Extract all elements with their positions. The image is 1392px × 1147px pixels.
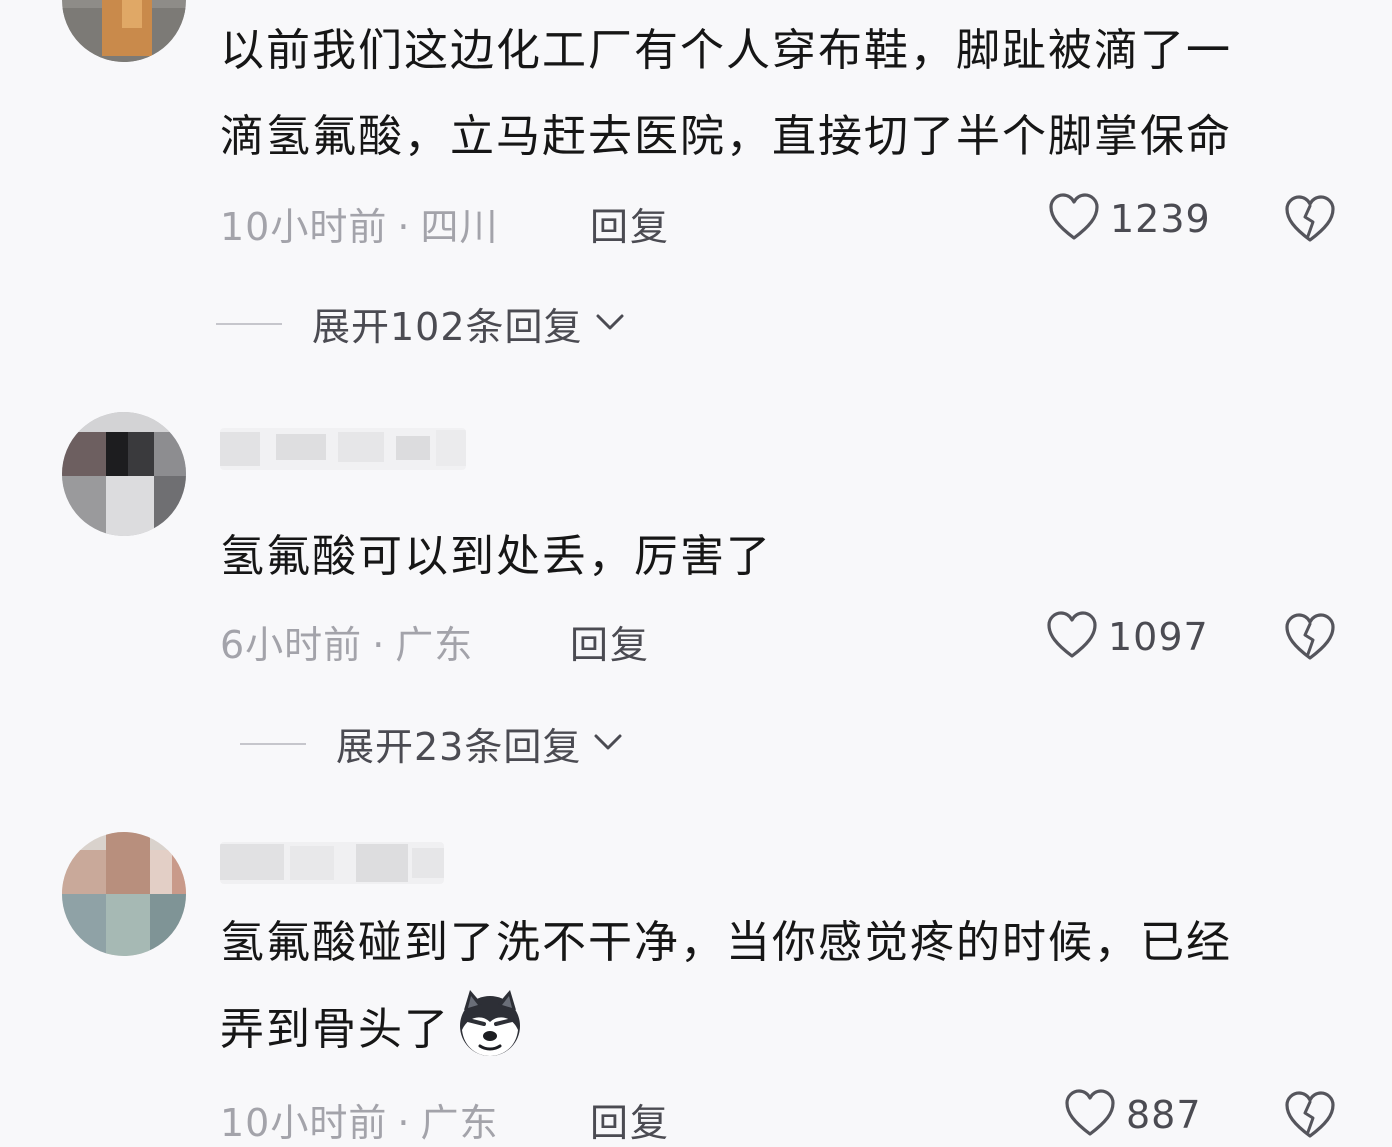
like-button[interactable]: 1097	[1046, 610, 1209, 664]
heart-outline-icon	[1064, 1088, 1116, 1142]
avatar[interactable]	[62, 412, 186, 536]
comment-meta: 10小时前 · 四川	[220, 196, 498, 251]
like-button[interactable]: 1239	[1048, 192, 1211, 246]
comment-line: 弄到骨头了	[220, 986, 1340, 1073]
like-count: 1239	[1110, 197, 1211, 241]
divider	[216, 322, 282, 325]
chevron-down-icon	[595, 312, 625, 336]
meta-separator: ·	[397, 205, 411, 249]
like-count: 1097	[1108, 615, 1209, 659]
avatar[interactable]	[62, 832, 186, 956]
reply-button[interactable]: 回复	[590, 1092, 670, 1147]
comment-line: 以前我们这边化工厂有个人穿布鞋，脚趾被滴了一	[220, 25, 1232, 76]
like-button[interactable]: 887	[1064, 1088, 1202, 1142]
broken-heart-icon	[1284, 195, 1336, 248]
avatar[interactable]	[62, 0, 186, 62]
like-count: 887	[1126, 1093, 1202, 1137]
comment-meta: 6小时前 · 广东	[220, 614, 473, 669]
meta-separator: ·	[372, 623, 386, 667]
comment-line-text: 弄到骨头了	[220, 1004, 450, 1055]
comment-text: 以前我们这边化工厂有个人穿布鞋，脚趾被滴了一 滴氢氟酸，立马赶去医院，直接切了半…	[220, 8, 1340, 180]
comment-time: 10小时前	[220, 205, 388, 249]
comment-line: 滴氢氟酸，立马赶去医院，直接切了半个脚掌保命	[220, 111, 1232, 162]
username[interactable]	[220, 428, 466, 470]
doge-emoji-icon	[454, 986, 526, 1058]
comment-meta: 10小时前 · 广东	[220, 1092, 498, 1147]
expand-replies-label: 展开102条回复	[312, 305, 583, 349]
comment-text: 氢氟酸可以到处丢，厉害了	[220, 514, 1340, 600]
username[interactable]	[220, 842, 444, 884]
expand-replies-button[interactable]: 展开23条回复	[240, 716, 623, 771]
reply-button[interactable]: 回复	[590, 196, 670, 251]
comment-location: 广东	[395, 623, 474, 667]
comment-line: 氢氟酸可以到处丢，厉害了	[220, 531, 772, 582]
divider	[240, 742, 306, 745]
dislike-button[interactable]	[1284, 194, 1336, 248]
broken-heart-icon	[1284, 613, 1336, 666]
dislike-button[interactable]	[1284, 612, 1336, 666]
meta-separator: ·	[397, 1101, 411, 1145]
comment-location: 广东	[420, 1101, 499, 1145]
dislike-button[interactable]	[1284, 1090, 1336, 1144]
broken-heart-icon	[1284, 1091, 1336, 1144]
comment-text: 氢氟酸碰到了洗不干净，当你感觉疼的时候，已经 弄到骨头了	[220, 900, 1340, 1073]
reply-button[interactable]: 回复	[570, 614, 650, 669]
heart-outline-icon	[1046, 610, 1098, 664]
heart-outline-icon	[1048, 192, 1100, 246]
chevron-down-icon	[593, 732, 623, 756]
comment-line: 氢氟酸碰到了洗不干净，当你感觉疼的时候，已经	[220, 917, 1232, 968]
comment-time: 10小时前	[220, 1101, 388, 1145]
expand-replies-button[interactable]: 展开102条回复	[216, 296, 625, 351]
expand-replies-label: 展开23条回复	[336, 725, 582, 769]
comment-location: 四川	[420, 205, 499, 249]
comment-time: 6小时前	[220, 623, 363, 667]
